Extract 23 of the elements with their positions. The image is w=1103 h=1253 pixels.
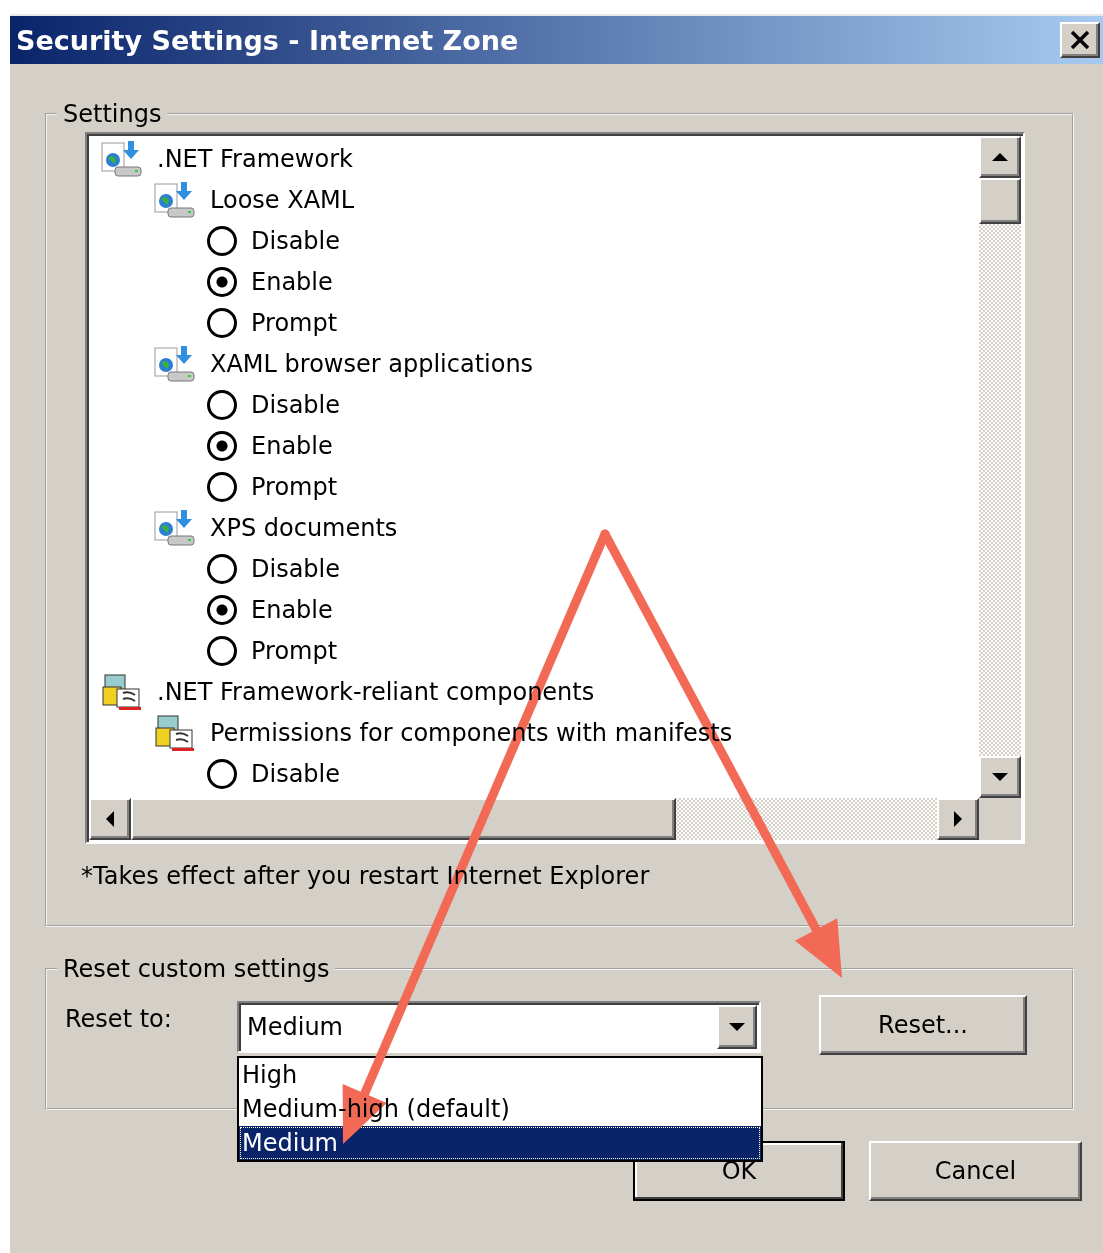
option-label: Disable — [251, 226, 341, 255]
option-label: Enable — [251, 595, 333, 624]
option-label: Prompt — [251, 308, 338, 337]
window-title: Security Settings - Internet Zone — [16, 24, 519, 56]
option-label: Disable — [251, 554, 341, 583]
group-title: Reset custom settings — [62, 955, 331, 983]
reset-button[interactable]: Reset... — [819, 995, 1027, 1055]
restart-note: *Takes effect after you restart Internet Explorer — [81, 862, 651, 890]
reset-level-dropdown[interactable]: Medium — [237, 1001, 761, 1053]
option-label: Prompt — [251, 636, 338, 665]
setting-label: Loose XAML — [210, 185, 355, 214]
option-label: Enable — [251, 267, 333, 296]
reset-to-label: Reset to: — [65, 1005, 173, 1033]
option-label: Disable — [251, 759, 341, 788]
cancel-button[interactable]: Cancel — [869, 1141, 1082, 1201]
option-label: Disable — [251, 390, 341, 419]
setting-label: XPS documents — [210, 513, 398, 542]
setting-label: XAML browser applications — [210, 349, 534, 378]
option-label: Prompt — [251, 472, 338, 501]
setting-label: .NET Framework — [157, 144, 353, 173]
dropdown-option[interactable]: Medium — [239, 1126, 761, 1160]
group-title: Settings — [62, 100, 163, 128]
option-label: Enable — [251, 431, 333, 460]
